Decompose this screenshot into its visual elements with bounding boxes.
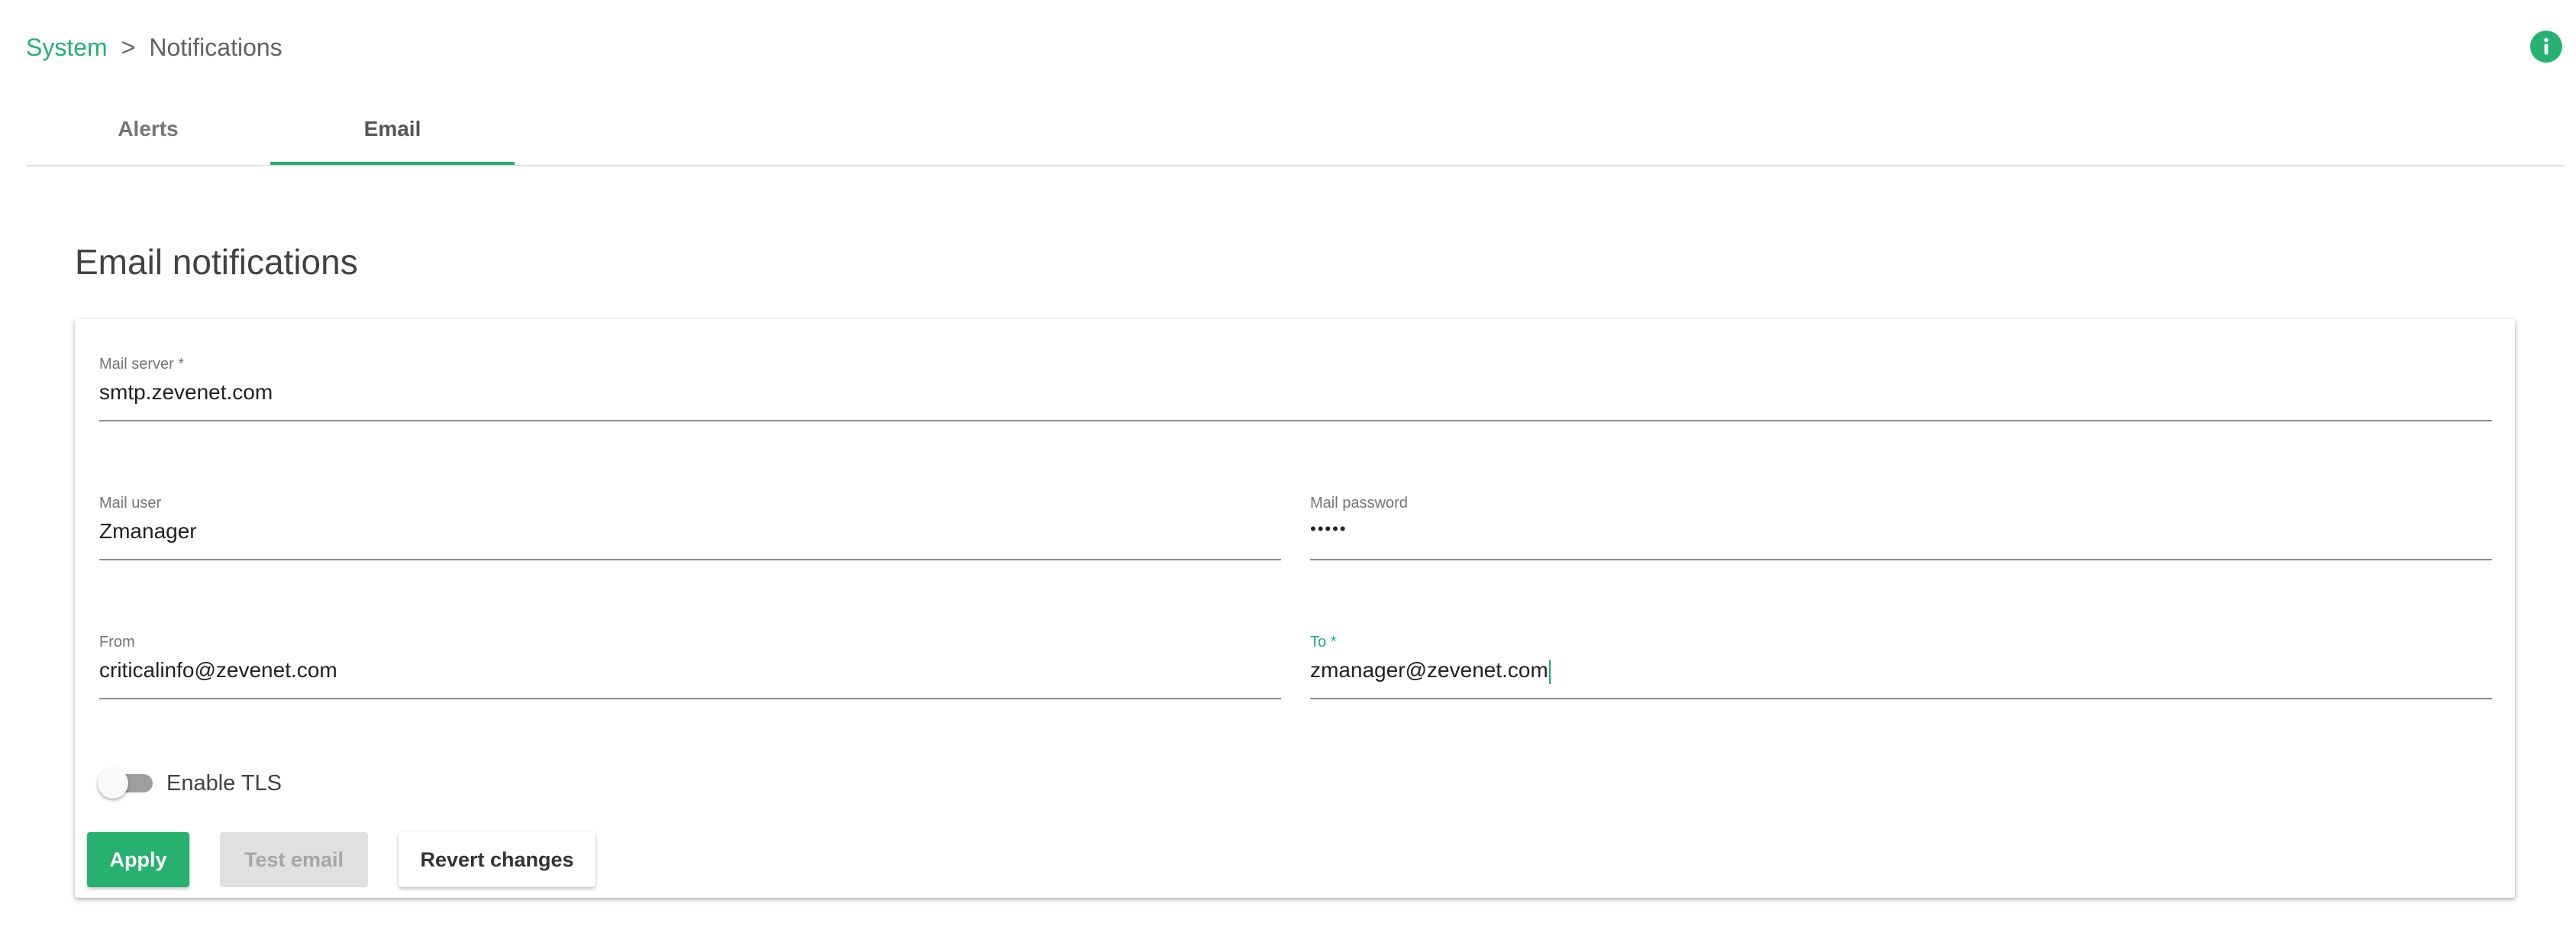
tab-bar: Alerts Email (26, 96, 2565, 166)
tls-toggle-row: Enable TLS (98, 760, 282, 806)
mail-server-field[interactable]: Mail server * smtp.zevenet.com (99, 319, 2492, 423)
from-input[interactable]: criticalinfo@zevenet.com (99, 658, 337, 683)
to-input-wrapper[interactable]: zmanager@zevenet.com (1310, 658, 1551, 684)
mail-user-field[interactable]: Mail user Zmanager (99, 458, 1281, 562)
breadcrumb: System > Notifications (26, 31, 282, 64)
mail-user-input[interactable]: Zmanager (99, 519, 197, 544)
tls-toggle-label: Enable TLS (166, 770, 282, 796)
tls-toggle[interactable] (98, 768, 154, 799)
breadcrumb-separator: > (121, 33, 136, 61)
mail-server-input[interactable]: smtp.zevenet.com (99, 380, 273, 405)
text-caret (1548, 659, 1551, 684)
info-icon[interactable] (2530, 31, 2562, 63)
to-input[interactable]: zmanager@zevenet.com (1310, 658, 1548, 682)
mail-user-label: Mail user (99, 495, 162, 512)
to-label: To * (1310, 634, 1337, 650)
page-title: Email notifications (75, 242, 358, 282)
info-glyph (2544, 37, 2549, 55)
notifications-page: System > Notifications Alerts Email Emai… (0, 0, 2576, 936)
revert-changes-button[interactable]: Revert changes (399, 832, 596, 887)
from-field[interactable]: From criticalinfo@zevenet.com (99, 597, 1281, 701)
mail-password-input[interactable]: ••••• (1310, 519, 1348, 539)
tls-toggle-thumb[interactable] (98, 768, 128, 799)
tab-alerts[interactable]: Alerts (26, 96, 270, 162)
to-underline (1310, 698, 2492, 699)
tab-email[interactable]: Email (270, 96, 515, 165)
mail-password-label: Mail password (1310, 495, 1408, 512)
mail-server-underline (99, 420, 2492, 421)
apply-button[interactable]: Apply (87, 832, 189, 887)
breadcrumb-current: Notifications (149, 33, 282, 61)
from-underline (99, 698, 1281, 699)
breadcrumb-system-link[interactable]: System (26, 34, 108, 62)
to-field[interactable]: To * zmanager@zevenet.com (1310, 597, 2492, 701)
from-label: From (99, 634, 135, 650)
email-settings-card: Mail server * smtp.zevenet.com Mail user… (75, 319, 2515, 898)
mail-password-underline (1310, 559, 2492, 560)
mail-user-underline (99, 559, 1281, 560)
test-email-button[interactable]: Test email (220, 832, 368, 887)
mail-server-label: Mail server * (99, 356, 185, 373)
mail-password-field[interactable]: Mail password ••••• (1310, 458, 2492, 562)
